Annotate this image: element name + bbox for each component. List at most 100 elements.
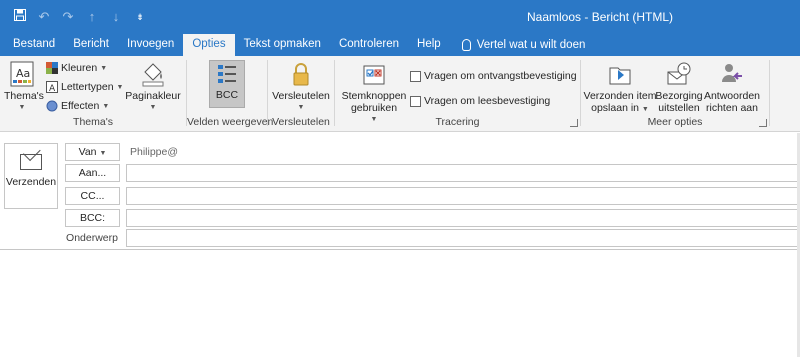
request-read-receipt[interactable]: Vragen om leesbevestiging [410, 95, 550, 107]
undo-icon[interactable]: ↶ [32, 8, 56, 26]
save-sent-item-icon [606, 60, 634, 88]
read-receipt-label: Vragen om leesbevestiging [424, 95, 551, 107]
delay-label-line2: uitstellen [658, 102, 700, 114]
group-separator [769, 60, 770, 126]
paint-bucket-icon [139, 60, 167, 88]
effects-icon [46, 100, 58, 112]
up-arrow-icon[interactable]: ↑ [80, 8, 104, 26]
delivery-receipt-checkbox[interactable] [410, 70, 421, 82]
bcc-label: BCC [215, 89, 239, 101]
colors-icon [46, 62, 58, 74]
reply-label-line2: richten aan [706, 102, 758, 114]
fonts-icon: A [46, 81, 58, 93]
delivery-receipt-label: Vragen om ontvangstbevestiging [424, 70, 577, 82]
redo-icon[interactable]: ↷ [56, 8, 80, 26]
effects-button[interactable]: Effecten ▼ [46, 100, 109, 112]
dialog-launcher-icon[interactable] [570, 119, 578, 127]
bcc-field[interactable] [126, 209, 800, 227]
tab-bericht[interactable]: Bericht [64, 34, 118, 56]
bcc-icon [216, 63, 238, 85]
window-title: Naamloos - Bericht (HTML) [527, 10, 674, 24]
colors-label: Kleuren [61, 62, 98, 74]
bcc-toggle-button[interactable]: BCC [209, 60, 245, 108]
cc-field[interactable] [126, 187, 800, 205]
group-label-encrypt: Versleutelen [272, 116, 330, 128]
group-label-more-options: Meer opties [647, 116, 703, 128]
message-form: Verzenden Van ▼ Philippe@ Aan... CC... B… [0, 133, 800, 357]
send-label: Verzenden [5, 176, 57, 188]
fonts-label: Lettertypen [61, 81, 114, 93]
request-delivery-receipt[interactable]: Vragen om ontvangstbevestiging [410, 70, 577, 82]
title-bar: ↶ ↷ ↑ ↓ ⇟ Naamloos - Bericht (HTML) [0, 0, 800, 34]
chevron-down-icon: ▼ [99, 150, 107, 157]
group-label-show-fields: Velden weergeven [187, 116, 274, 128]
from-button[interactable]: Van ▼ [65, 143, 120, 161]
send-envelope-icon [20, 154, 42, 170]
encrypt-label: Versleutelen [272, 90, 330, 102]
from-label: Van [78, 146, 97, 158]
to-button[interactable]: Aan... [65, 164, 120, 182]
customize-icon[interactable]: ⇟ [128, 8, 152, 26]
fonts-button[interactable]: A Lettertypen ▼ [46, 81, 123, 93]
save-sent-item-button[interactable]: Verzonden item opslaan in ▼ [583, 60, 657, 116]
tell-me-label: Vertel wat u wilt doen [476, 39, 586, 51]
chevron-down-icon: ▼ [102, 102, 110, 110]
chevron-down-icon: ▼ [18, 104, 26, 111]
lightbulb-icon [461, 39, 471, 51]
themes-button[interactable]: Aa Thema's ▼ [4, 60, 44, 114]
chevron-down-icon: ▼ [297, 104, 305, 111]
chevron-down-icon: ▼ [116, 83, 124, 91]
delay-delivery-button[interactable]: Bezorging uitstellen [655, 60, 703, 114]
voting-icon [360, 60, 388, 88]
tab-tekst-opmaken[interactable]: Tekst opmaken [235, 34, 330, 56]
dialog-launcher-icon[interactable] [759, 119, 767, 127]
direct-replies-icon [718, 60, 746, 88]
voting-label-line2: gebruiken [350, 102, 398, 114]
tell-me-search[interactable]: Vertel wat u wilt doen [450, 34, 595, 56]
themes-icon: Aa [8, 60, 36, 88]
tab-help[interactable]: Help [408, 34, 450, 56]
chevron-down-icon: ▼ [100, 64, 108, 72]
bcc-button[interactable]: BCC: [65, 209, 120, 227]
cc-button[interactable]: CC... [65, 187, 120, 205]
group-encrypt: Versleutelen ▼ Versleutelen [268, 58, 334, 130]
lock-icon [287, 60, 315, 88]
down-arrow-icon[interactable]: ↓ [104, 8, 128, 26]
delay-label-line1: Bezorging [655, 90, 703, 102]
group-more-options: Verzonden item opslaan in ▼ Bezorging ui… [581, 58, 769, 130]
group-show-fields: BCC Velden weergeven [187, 58, 274, 130]
save-icon[interactable] [8, 8, 32, 26]
colors-button[interactable]: Kleuren ▼ [46, 62, 107, 74]
direct-replies-button[interactable]: Antwoorden richten aan [703, 60, 761, 114]
group-tracking: Stemknoppen gebruiken ▼ Vragen om ontvan… [335, 58, 580, 130]
read-receipt-checkbox[interactable] [410, 95, 421, 107]
chevron-down-icon: ▼ [641, 106, 649, 113]
save-sent-label-line2: opslaan in [591, 102, 639, 114]
send-button[interactable]: Verzenden [4, 143, 58, 209]
message-body[interactable] [0, 250, 800, 357]
tab-controleren[interactable]: Controleren [330, 34, 408, 56]
svg-text:A: A [49, 84, 56, 93]
svg-text:Aa: Aa [16, 67, 30, 80]
page-color-button[interactable]: Paginakleur ▼ [124, 60, 182, 114]
group-label-themas: Thema's [73, 116, 113, 128]
to-field[interactable] [126, 164, 800, 182]
subject-label: Onderwerp [66, 232, 118, 244]
ribbon: Aa Thema's ▼ Kleuren ▼ A Lettertypen ▼ Eff… [0, 56, 800, 132]
page-color-label: Paginakleur [125, 90, 181, 102]
quick-access-toolbar: ↶ ↷ ↑ ↓ ⇟ [8, 8, 152, 26]
tab-bestand[interactable]: Bestand [4, 34, 64, 56]
encrypt-button[interactable]: Versleutelen ▼ [270, 60, 332, 114]
tab-opties[interactable]: Opties [183, 34, 235, 56]
chevron-down-icon: ▼ [149, 104, 157, 111]
effects-label: Effecten [61, 100, 100, 112]
themes-label: Thema's [4, 90, 44, 102]
group-themas: Aa Thema's ▼ Kleuren ▼ A Lettertypen ▼ Eff… [0, 58, 186, 130]
save-sent-label-line1: Verzonden item [583, 90, 657, 102]
subject-field[interactable] [126, 229, 800, 247]
ribbon-tabs: Bestand Bericht Invoegen Opties Tekst op… [0, 34, 800, 56]
reply-label-line1: Antwoorden [703, 90, 761, 102]
tab-invoegen[interactable]: Invoegen [118, 34, 183, 56]
voting-label-line1: Stemknoppen [341, 90, 407, 102]
from-address: Philippe@ [130, 146, 179, 158]
